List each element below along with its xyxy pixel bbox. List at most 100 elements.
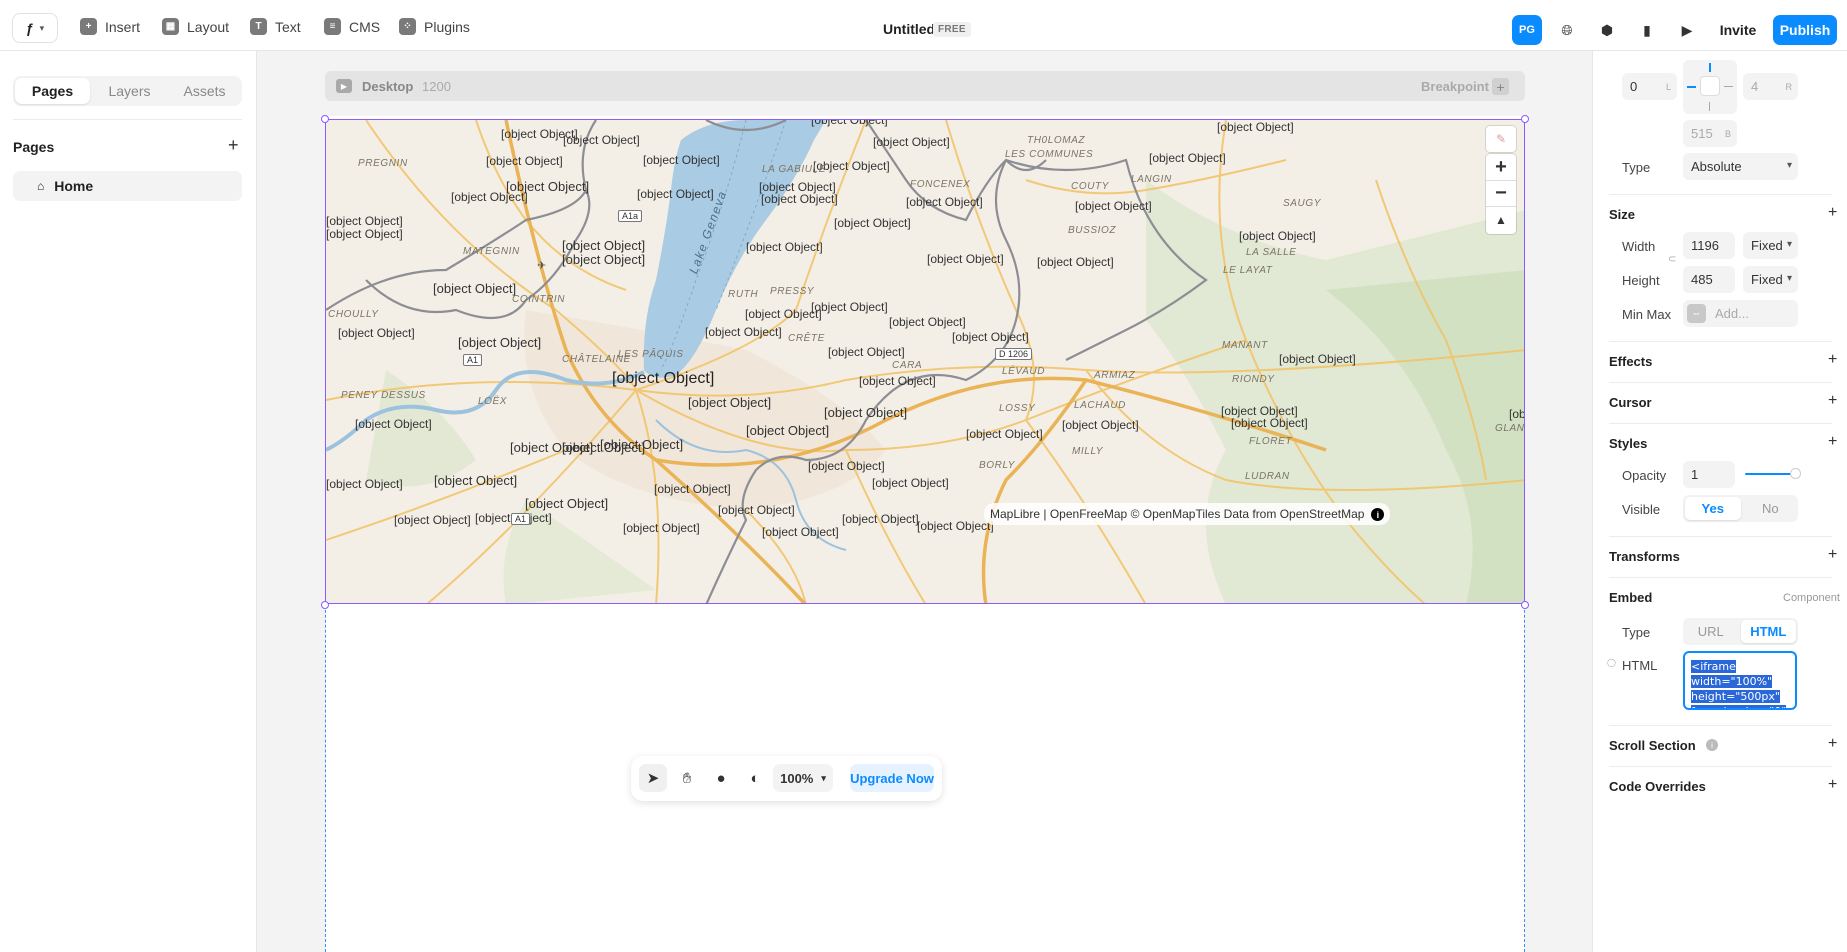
visible-yes-option[interactable]: Yes xyxy=(1685,497,1741,520)
component-tag: Component xyxy=(1783,592,1840,604)
visible-no-option[interactable]: No xyxy=(1743,495,1799,522)
resize-handle[interactable] xyxy=(321,115,329,123)
add-style-icon[interactable]: + xyxy=(1828,433,1837,451)
plugins-button[interactable]: ⁘ Plugins xyxy=(399,18,470,35)
width-input[interactable]: 1196 xyxy=(1683,232,1735,259)
embed-url-option[interactable]: URL xyxy=(1683,618,1739,645)
add-effect-icon[interactable]: + xyxy=(1828,351,1837,369)
map-place-label: [object Object] xyxy=(1509,407,1525,421)
play-icon[interactable]: ▶ xyxy=(336,79,352,93)
resize-handle[interactable] xyxy=(1521,115,1529,123)
settings-hex-icon[interactable]: ⬢ xyxy=(1592,15,1622,45)
embed-type-label: Type xyxy=(1622,625,1651,640)
page-item-home[interactable]: ⌂ Home xyxy=(13,171,242,201)
cms-button[interactable]: ≡ CMS xyxy=(324,18,380,35)
position-bottom-input[interactable]: 515 B xyxy=(1683,120,1737,147)
html-code-textarea[interactable]: <iframe width="100%" height="500px" fram… xyxy=(1683,651,1797,710)
map-place-label: [object Object] xyxy=(326,227,403,241)
info-icon[interactable]: i xyxy=(1371,508,1385,521)
width-mode-select[interactable]: Fixed ▾ xyxy=(1743,232,1798,259)
map-place-label: [object Object] xyxy=(338,326,415,340)
opacity-label: Opacity xyxy=(1622,468,1667,483)
database-icon: ≡ xyxy=(324,18,341,35)
select-tool-icon[interactable]: ➤ xyxy=(639,764,667,792)
map-place-label: [object Object] xyxy=(889,315,966,329)
left-panel-tabs: Pages Layers Assets xyxy=(13,76,242,106)
tab-assets[interactable]: Assets xyxy=(167,76,242,106)
cursor-heading: Cursor xyxy=(1609,395,1652,410)
map-embed[interactable]: [object Object] [object Object] [object … xyxy=(325,119,1525,604)
draw-icon[interactable]: ✎ xyxy=(1486,126,1516,152)
divider xyxy=(1609,725,1832,726)
attrib-openfreemap-link[interactable]: OpenFreeMap xyxy=(1050,507,1127,521)
attrib-maplibre-link[interactable]: MapLibre xyxy=(990,507,1040,521)
info-icon[interactable]: i xyxy=(1706,739,1718,751)
canvas[interactable]: ▶ Desktop 1200 Breakpoint + [object Obje… xyxy=(258,51,1592,952)
opacity-input[interactable]: 1 xyxy=(1683,461,1735,488)
add-transform-icon[interactable]: + xyxy=(1828,546,1837,564)
minmax-add-input[interactable]: ⇔ Add... xyxy=(1683,300,1798,327)
breakpoint-name[interactable]: Desktop xyxy=(362,79,413,94)
add-breakpoint-icon[interactable]: + xyxy=(1492,78,1509,95)
layout-button[interactable]: ▦ Layout xyxy=(162,18,229,35)
globe-icon[interactable]: 🌐︎ xyxy=(1552,15,1582,45)
resize-handle[interactable] xyxy=(1521,601,1529,609)
map-district-label: MILLY xyxy=(1072,446,1103,457)
compass-icon[interactable]: ▲ xyxy=(1486,206,1516,232)
map-place-label: [object Object] xyxy=(859,374,936,388)
zoom-in-icon[interactable]: + xyxy=(1486,154,1516,180)
map-district-label: LANGIN xyxy=(1131,174,1172,185)
framer-menu-button[interactable]: ƒ ▾ xyxy=(12,13,58,43)
invite-button[interactable]: Invite xyxy=(1715,15,1761,45)
position-type-select[interactable]: Absolute ▾ xyxy=(1683,153,1798,180)
variable-dot-icon[interactable]: ◯ xyxy=(1607,658,1616,667)
link-ratio-icon[interactable]: ⊂ xyxy=(1668,254,1676,265)
map-district-label: LACHAUD xyxy=(1074,400,1126,411)
insert-button[interactable]: + Insert xyxy=(80,18,140,35)
add-cursor-icon[interactable]: + xyxy=(1828,392,1837,410)
pages-heading: Pages xyxy=(13,139,55,155)
add-scroll-section-icon[interactable]: + xyxy=(1828,735,1837,753)
position-right-input[interactable]: 4 R xyxy=(1743,73,1798,100)
zoom-select[interactable]: 100% ▾ xyxy=(773,764,833,792)
effects-heading: Effects xyxy=(1609,354,1653,369)
comment-icon[interactable]: ● xyxy=(707,764,735,792)
height-input[interactable]: 485 xyxy=(1683,266,1735,293)
upgrade-button[interactable]: Upgrade Now xyxy=(850,764,934,792)
add-code-override-icon[interactable]: + xyxy=(1828,776,1837,794)
document-title[interactable]: Untitled xyxy=(883,21,935,37)
road-shield: A1 xyxy=(463,354,483,366)
position-pin-widget[interactable] xyxy=(1683,60,1737,114)
road-shield: A1 xyxy=(511,513,531,525)
user-avatar[interactable]: PG xyxy=(1512,15,1542,45)
tab-layers[interactable]: Layers xyxy=(92,76,167,106)
add-page-icon[interactable]: + xyxy=(228,135,239,156)
zoom-out-icon[interactable]: − xyxy=(1486,180,1516,206)
styles-heading: Styles xyxy=(1609,436,1648,451)
height-mode-select[interactable]: Fixed ▾ xyxy=(1743,266,1798,293)
map-place-label: [object Object] xyxy=(824,405,908,420)
publish-button[interactable]: Publish xyxy=(1773,15,1837,45)
text-button[interactable]: T Text xyxy=(250,18,301,35)
add-size-icon[interactable]: + xyxy=(1828,204,1837,222)
embed-html-option[interactable]: HTML xyxy=(1740,620,1796,643)
dark-mode-icon[interactable]: ◐ xyxy=(741,764,769,792)
opacity-slider[interactable] xyxy=(1745,469,1800,478)
attrib-osm-link[interactable]: OpenStreetMap xyxy=(1280,507,1365,521)
resize-handle[interactable] xyxy=(321,601,329,609)
home-icon: ⌂ xyxy=(37,179,45,193)
height-label: Height xyxy=(1622,273,1660,288)
map-district-label: CARA xyxy=(892,360,923,371)
framer-logo-icon: ƒ xyxy=(25,20,34,36)
attrib-openmaptiles-link[interactable]: © OpenMapTiles xyxy=(1131,507,1221,521)
airport-icon: ✈ xyxy=(537,260,547,272)
map-district-label: LA SALLE xyxy=(1246,247,1297,258)
analytics-icon[interactable]: ▮ xyxy=(1632,15,1662,45)
preview-play-icon[interactable]: ▶ xyxy=(1672,15,1702,45)
map-place-label: [object Object] xyxy=(872,476,949,490)
attrib-separator: | xyxy=(1043,507,1047,521)
hand-tool-icon[interactable]: ✋︎ xyxy=(673,764,701,792)
map-place-label: [object Object] xyxy=(834,216,911,230)
tab-pages[interactable]: Pages xyxy=(15,78,90,104)
position-left-input[interactable]: 0 L xyxy=(1622,73,1677,100)
